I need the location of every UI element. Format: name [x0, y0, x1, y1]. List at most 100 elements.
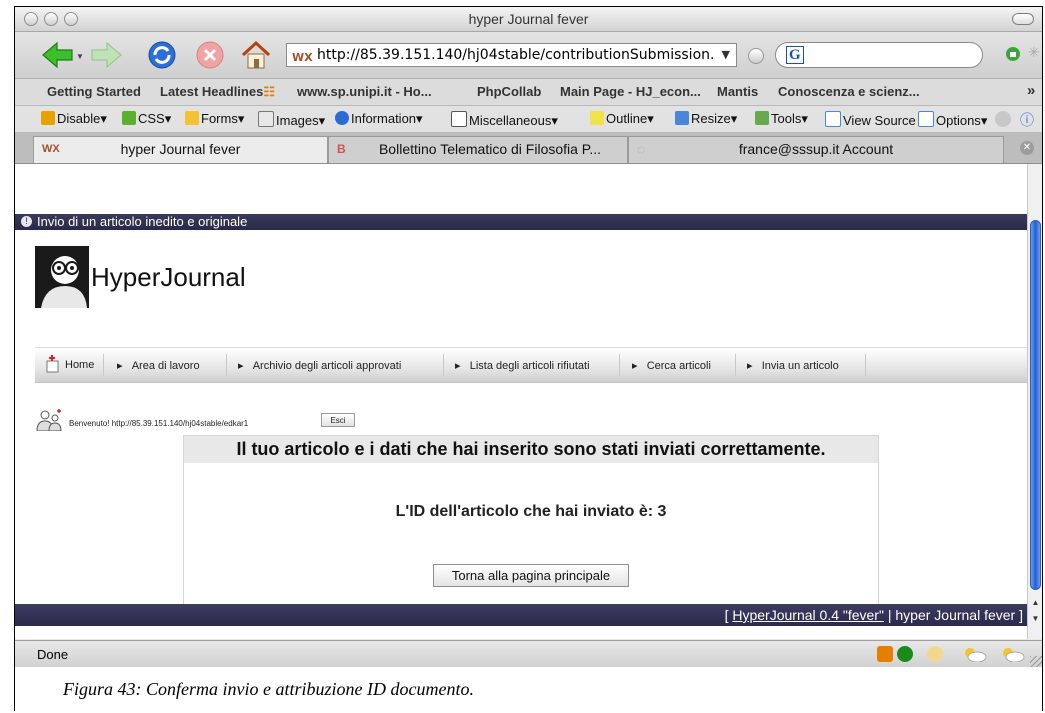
info-circle-icon[interactable]: ⓘ [1020, 110, 1034, 130]
hyperjournal-logo-icon [35, 246, 89, 308]
navigation-toolbar: ▼ WX http://85.39.151.140/hj04stable/con… [15, 32, 1042, 79]
logout-button[interactable]: Esci [321, 413, 355, 427]
tab-account-label: france@sssup.it Account [738, 141, 894, 157]
bookmark-mantis[interactable]: Mantis [717, 84, 758, 99]
css-icon [122, 111, 136, 125]
information-icon [335, 111, 349, 125]
bookmark-hj-econ[interactable]: Main Page - HJ_econ... [560, 84, 701, 99]
adblock-icon[interactable] [1005, 46, 1021, 62]
dev-resize-menu[interactable]: Resize▾ [675, 111, 737, 127]
dev-view-source-menu[interactable]: View Source [825, 111, 916, 128]
dev-miscellaneous-label: Miscellaneous [469, 113, 552, 128]
weather-partly-cloudy-icon[interactable] [961, 646, 987, 662]
reload-button[interactable] [145, 38, 179, 72]
bookmark-latest-headlines[interactable]: Latest Headlines☷ [160, 84, 275, 100]
site-menu-bar: Home ▸ Area di lavoro ▸ Archivio degli a… [35, 347, 1027, 383]
menu-rifiutati[interactable]: ▸ Lista degli articoli rifiutati [455, 359, 590, 372]
menu-home[interactable]: Home [65, 359, 94, 371]
view-source-icon [825, 111, 841, 127]
dev-forms-menu[interactable]: Forms▾ [185, 111, 244, 127]
home-icon [241, 40, 271, 69]
window-title: hyper Journal fever [468, 11, 589, 27]
menu-cerca[interactable]: ▸ Cerca articoli [632, 359, 711, 372]
menu-separator [619, 354, 620, 376]
dev-forms-label: Forms [201, 111, 238, 126]
dev-disable-menu[interactable]: Disable▾ [41, 111, 107, 127]
browser-window: hyper Journal fever ▼ WX http://85.39.15… [15, 7, 1042, 667]
forms-icon [185, 111, 199, 125]
firebug-icon[interactable] [927, 646, 943, 662]
menu-cerca-label: Cerca articoli [646, 360, 711, 372]
footer-version-link[interactable]: HyperJournal 0.4 "fever" [732, 607, 884, 623]
page-footer-band: [ HyperJournal 0.4 "fever" | hyper Journ… [15, 604, 1027, 626]
go-button[interactable] [748, 48, 764, 64]
scroll-up-arrow-icon[interactable]: ▲ [1028, 596, 1042, 610]
rss-icon: ☷ [263, 84, 275, 99]
bookmark-sp-unipi[interactable]: www.sp.unipi.it - Ho... [297, 84, 432, 99]
bookmarks-overflow-button[interactable]: » [1027, 82, 1035, 99]
dev-miscellaneous-menu[interactable]: Miscellaneous▾ [451, 111, 558, 129]
dev-options-menu[interactable]: Options▾ [918, 111, 987, 129]
web-page: ! Invio di un articolo inedito e origina… [15, 164, 1027, 639]
bookmark-phpcollab[interactable]: PhpCollab [477, 84, 541, 99]
page-valid-icon[interactable] [897, 646, 913, 662]
weather-forecast-icon[interactable] [999, 646, 1025, 662]
title-bar: hyper Journal fever [15, 7, 1042, 32]
home-page-icon [45, 355, 61, 373]
forward-button[interactable] [89, 38, 123, 72]
dev-information-menu[interactable]: Information▾ [335, 111, 423, 127]
scroll-down-arrow-icon[interactable]: ▼ [1028, 612, 1042, 626]
dev-disable-label: Disable [57, 111, 101, 126]
dev-images-menu[interactable]: Images▾ [258, 111, 325, 129]
google-search-icon[interactable]: G [786, 46, 804, 64]
bookmark-conoscenza[interactable]: Conoscenza e scienz... [778, 84, 920, 99]
tab-hyper-journal-label: hyper Journal fever [120, 141, 241, 157]
dev-information-label: Information [351, 111, 417, 126]
status-bar: Done [15, 640, 1042, 667]
url-field[interactable]: WX http://85.39.151.140/hj04stable/contr… [286, 43, 737, 67]
menu-separator [443, 354, 444, 376]
welcome-text: Benvenuto! http://85.39.151.140/hj04stab… [69, 419, 249, 428]
scrollbar-thumb[interactable] [1030, 220, 1041, 590]
home-button[interactable] [239, 38, 273, 72]
rss-feed-icon[interactable] [877, 646, 893, 662]
menu-invia[interactable]: ▸ Invia un articolo [747, 359, 839, 372]
menu-archivio-label: Archivio degli articoli approvati [252, 360, 402, 372]
menu-rifiutati-label: Lista degli articoli rifiutati [469, 360, 590, 372]
validate-icon[interactable] [995, 111, 1011, 127]
site-logo-text: HyperJournal [91, 262, 246, 292]
back-button[interactable] [41, 38, 75, 72]
menu-separator [735, 354, 736, 376]
info-bullet-icon: ! [21, 216, 32, 227]
tab-bollettino[interactable]: B Bollettino Telematico di Filosofia P..… [328, 136, 628, 163]
dev-css-label: CSS [138, 111, 165, 126]
url-text: http://85.39.151.140/hj04stable/contribu… [317, 47, 715, 63]
disable-icon [41, 111, 55, 125]
tab-account[interactable]: ◌ france@sssup.it Account [628, 136, 1004, 163]
confirmation-title: Il tuo articolo e i dati che hai inserit… [184, 436, 878, 463]
menu-archivio[interactable]: ▸ Archivio degli articoli approvati [238, 359, 401, 372]
search-field[interactable]: G [775, 42, 983, 68]
close-tab-icon[interactable]: ✕ [1020, 141, 1034, 155]
menu-separator [865, 354, 866, 376]
return-home-button[interactable]: Torna alla pagina principale [433, 564, 629, 587]
vertical-scrollbar[interactable]: ▲ ▼ [1027, 164, 1042, 639]
site-favicon-icon: WX [292, 51, 313, 64]
dev-outline-menu[interactable]: Outline▾ [590, 111, 654, 127]
menu-separator [226, 354, 227, 376]
dev-tools-menu[interactable]: Tools▾ [755, 111, 808, 127]
back-history-dropdown[interactable]: ▼ [76, 52, 84, 61]
dev-options-label: Options [936, 113, 981, 128]
bookmarks-toolbar: Getting Started Latest Headlines☷ www.sp… [15, 79, 1042, 106]
stop-icon [196, 41, 224, 69]
bookmark-getting-started[interactable]: Getting Started [47, 84, 141, 99]
images-icon [258, 111, 274, 127]
url-dropdown-icon[interactable]: ▼ [722, 44, 730, 66]
resize-grip-icon[interactable] [1030, 656, 1042, 667]
menu-area-di-lavoro[interactable]: ▸ Area di lavoro [117, 359, 200, 372]
toolbar-toggle-button[interactable] [1012, 13, 1034, 25]
dev-css-menu[interactable]: CSS▾ [122, 111, 171, 127]
tab-hyper-journal[interactable]: WX hyper Journal fever [33, 136, 328, 163]
stop-button[interactable] [193, 38, 227, 72]
figure-caption: Figura 43: Conferma invio e attribuzione… [63, 679, 474, 699]
